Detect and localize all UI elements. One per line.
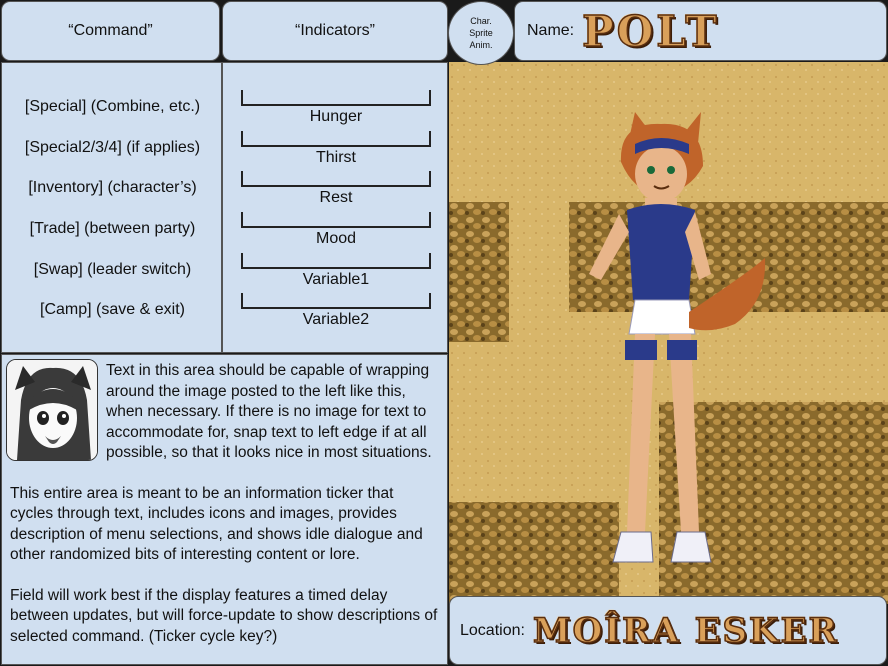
name-panel: Name: POLT: [514, 1, 887, 61]
indicators-panel: Hunger Thirst Rest Mood Variable1 Variab…: [222, 62, 448, 353]
indicator-label: Variable1: [302, 270, 370, 288]
indicator-label: Mood: [315, 230, 357, 248]
indicator-bar: [241, 90, 431, 106]
ticker-paragraph: Field will work best if the display feat…: [10, 586, 438, 645]
location-panel: Location: MOÎRA ESKER: [449, 596, 887, 665]
location-label: Location:: [460, 621, 525, 639]
command-menu: [Special] (Combine, etc.) [Special2/3/4]…: [1, 62, 222, 353]
indicator-variable2: Variable2: [223, 293, 449, 334]
indicator-bar: [241, 212, 431, 229]
command-item-trade[interactable]: [Trade] (between party): [2, 219, 223, 260]
indicator-variable1: Variable1: [223, 252, 449, 294]
indicator-label: Variable2: [302, 311, 370, 329]
indicator-bar: [241, 293, 431, 310]
indicator-list: Hunger Thirst Rest Mood Variable1 Variab…: [223, 90, 449, 334]
char-circle-line2: Sprite: [469, 28, 493, 38]
name-label: Name:: [527, 22, 575, 39]
indicators-header-label: “Indicators”: [294, 22, 376, 39]
indicator-bar: [241, 130, 431, 147]
character-sprite-animation-slot[interactable]: Char. Sprite Anim.: [448, 1, 514, 65]
indicators-header: “Indicators”: [222, 1, 448, 61]
command-item-special2[interactable]: [Special2/3/4] (if applies): [2, 138, 223, 179]
char-circle-line3: Anim.: [469, 40, 493, 50]
indicator-bar: [241, 171, 431, 188]
command-item-special[interactable]: [Special] (Combine, etc.): [2, 97, 223, 138]
indicator-thirst: Thirst: [223, 130, 449, 172]
indicator-label: Rest: [319, 189, 353, 207]
indicator-label: Hunger: [309, 108, 363, 125]
command-item-inventory[interactable]: [Inventory] (character’s): [2, 178, 223, 219]
indicator-mood: Mood: [223, 212, 449, 253]
indicator-label: Thirst: [316, 148, 356, 166]
command-header: “Command”: [1, 1, 220, 61]
indicator-hunger: Hunger: [223, 90, 449, 131]
indicator-rest: Rest: [223, 171, 449, 212]
character-name: POLT: [581, 6, 720, 57]
game-scene-viewport[interactable]: [449, 62, 888, 604]
ticker-portrait-image: [6, 359, 98, 461]
ticker-paragraph: This entire area is meant to be an infor…: [10, 484, 423, 564]
command-item-camp[interactable]: [Camp] (save & exit): [2, 300, 223, 341]
char-circle-line1: Char.: [470, 16, 492, 26]
info-ticker: Text in this area should be capable of w…: [1, 354, 448, 665]
command-item-swap[interactable]: [Swap] (leader switch): [2, 260, 223, 301]
command-header-label: “Command”: [68, 22, 153, 39]
command-list: [Special] (Combine, etc.) [Special2/3/4]…: [2, 97, 223, 341]
location-name: MOÎRA ESKER: [532, 610, 839, 652]
indicator-bar: [241, 252, 431, 269]
